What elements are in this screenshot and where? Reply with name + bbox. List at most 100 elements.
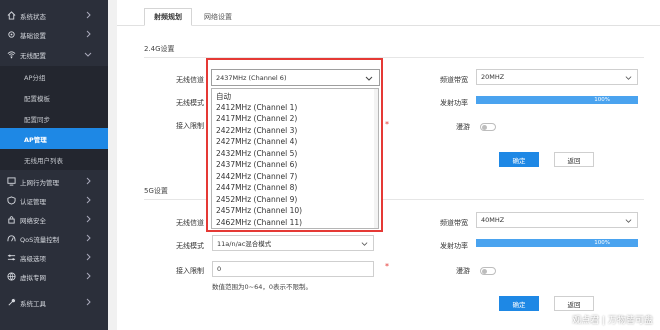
tab-network-settings[interactable]: 网络设置 xyxy=(195,8,241,26)
scrollbar[interactable] xyxy=(374,89,378,228)
bandwidth-select-24g[interactable]: 20MHZ xyxy=(476,69,638,85)
sliders-icon xyxy=(7,253,16,262)
gear-icon xyxy=(7,30,16,39)
sidebar-item-qos[interactable]: QoS流量控制 xyxy=(0,229,108,248)
chevron-right-icon xyxy=(84,253,92,261)
channel-option[interactable]: 2442MHz (Channel 7) xyxy=(216,172,297,181)
chevron-right-icon xyxy=(84,272,92,280)
label-limit-5g: 接入限制 xyxy=(176,267,204,275)
sidebar-subitem-config-template[interactable]: 配置模板 xyxy=(0,87,108,108)
roaming-toggle-24g[interactable] xyxy=(480,123,496,131)
sidebar-item-internet-behavior[interactable]: 上网行为管理 xyxy=(0,172,108,191)
channel-value: 2437MHz (Channel 6) xyxy=(216,73,287,82)
bandwidth-select-5g[interactable]: 40MHZ xyxy=(476,212,638,228)
limit-value: 0 xyxy=(217,265,222,273)
chevron-right-icon xyxy=(84,11,92,19)
sidebar: 系统状态 基础设置 无线配置 AP分组 配置模板 配置同步 AP管理 无线用户列… xyxy=(0,0,108,330)
chevron-right-icon xyxy=(84,215,92,223)
section-title-24g: 2.4G设置 xyxy=(144,45,175,53)
channel-option[interactable]: 2457MHz (Channel 10) xyxy=(216,206,302,215)
bandwidth-value: 40MHZ xyxy=(481,216,505,224)
chevron-right-icon xyxy=(84,30,92,38)
section-title-5g: 5G设置 xyxy=(144,187,168,195)
label-limit-24g: 接入限制 xyxy=(176,122,204,130)
wifi-icon xyxy=(7,50,16,59)
sidebar-subitem-ap-management[interactable]: AP管理 xyxy=(0,128,108,149)
label-roaming-5g: 漫游 xyxy=(456,267,470,275)
sidebar-item-label: 无线配置 xyxy=(20,51,46,60)
home-icon xyxy=(7,11,16,20)
speed-icon xyxy=(7,234,16,243)
sidebar-item-label: 系统状态 xyxy=(20,12,46,21)
sidebar-subitem-label: 配置同步 xyxy=(24,115,50,124)
sidebar-subitem-label: 配置模板 xyxy=(24,94,50,103)
chevron-down-icon xyxy=(84,50,92,58)
tab-rf-planning[interactable]: 射频规划 xyxy=(144,8,192,26)
sidebar-item-label: 高级选项 xyxy=(20,254,46,263)
power-fill xyxy=(476,239,638,247)
channel-select-24g[interactable]: 2437MHz (Channel 6) xyxy=(211,69,380,86)
power-fill xyxy=(476,96,638,104)
mode-value: 11a/n/ac混合模式 xyxy=(217,240,272,248)
sidebar-item-auth[interactable]: 认证管理 xyxy=(0,191,108,210)
chevron-right-icon xyxy=(84,234,92,242)
label-roaming-24g: 漫游 xyxy=(456,123,470,131)
sidebar-item-vpn[interactable]: 虚拟专网 xyxy=(0,267,108,286)
shield-icon xyxy=(7,196,16,205)
chevron-down-icon xyxy=(361,240,368,247)
channel-option[interactable]: 2452MHz (Channel 9) xyxy=(216,195,297,204)
confirm-button-5g[interactable]: 确定 xyxy=(499,296,539,311)
label-power-5g: 发射功率 xyxy=(440,242,468,250)
sidebar-item-wireless-config[interactable]: 无线配置 xyxy=(0,45,108,64)
tools-icon xyxy=(7,298,16,307)
channel-option[interactable]: 2417MHz (Channel 2) xyxy=(216,114,297,123)
sidebar-item-advanced[interactable]: 高级选项 xyxy=(0,248,108,267)
channel-option[interactable]: 2462MHz (Channel 11) xyxy=(216,218,302,227)
power-percent: 100% xyxy=(594,97,610,103)
limit-input-5g[interactable]: 0 xyxy=(212,261,374,277)
mode-select-5g[interactable]: 11a/n/ac混合模式 xyxy=(212,235,374,251)
bandwidth-value: 20MHZ xyxy=(481,73,505,81)
channel-option[interactable]: 2427MHz (Channel 4) xyxy=(216,137,297,146)
sidebar-subitem-config-sync[interactable]: 配置同步 xyxy=(0,108,108,129)
chevron-right-icon xyxy=(84,196,92,204)
toggle-knob xyxy=(482,268,487,274)
power-percent: 100% xyxy=(594,240,610,246)
channel-option[interactable]: 2447MHz (Channel 8) xyxy=(216,183,297,192)
channel-option[interactable]: 2422MHz (Channel 3) xyxy=(216,126,297,135)
sidebar-item-basic-settings[interactable]: 基础设置 xyxy=(0,25,108,44)
sidebar-item-label: 系统工具 xyxy=(20,299,46,308)
label-bandwidth-24g: 频道带宽 xyxy=(440,76,468,84)
label-mode-5g: 无线模式 xyxy=(176,242,204,250)
tab-bar: 射频规划 网络设置 xyxy=(117,0,660,26)
sidebar-subitem-ap-group[interactable]: AP分组 xyxy=(0,66,108,87)
confirm-button-24g[interactable]: 确定 xyxy=(499,152,539,167)
roaming-toggle-5g[interactable] xyxy=(480,267,496,275)
sidebar-item-system-tools[interactable]: 系统工具 xyxy=(0,293,108,312)
channel-option[interactable]: 自动 xyxy=(216,91,231,102)
channel-option[interactable]: 2437MHz (Channel 6) xyxy=(216,160,297,169)
chevron-down-icon xyxy=(365,74,373,82)
globe-icon xyxy=(7,272,16,281)
sidebar-item-system-status[interactable]: 系统状态 xyxy=(0,6,108,25)
sidebar-item-label: 认证管理 xyxy=(20,197,46,206)
sidebar-subitem-label: AP分组 xyxy=(24,73,46,82)
sidebar-item-network-security[interactable]: 网络安全 xyxy=(0,210,108,229)
back-button-5g[interactable]: 返回 xyxy=(554,296,594,311)
sidebar-item-label: 基础设置 xyxy=(20,31,46,40)
sidebar-subitem-wireless-users[interactable]: 无线用户列表 xyxy=(0,149,108,170)
chevron-down-icon xyxy=(625,217,632,224)
back-button-24g[interactable]: 返回 xyxy=(554,152,594,167)
sidebar-item-label: 网络安全 xyxy=(20,216,46,225)
channel-option[interactable]: 2412MHz (Channel 1) xyxy=(216,103,297,112)
watermark-text: 观点君 | 万物皆可盘 xyxy=(572,316,653,326)
network-icon xyxy=(7,177,16,186)
chevron-down-icon xyxy=(625,74,632,81)
label-channel-5g: 无线信道 xyxy=(176,219,204,227)
required-asterisk: * xyxy=(385,262,389,271)
limit-hint: 数值范围为0~64，0表示不限制。 xyxy=(212,283,312,291)
toggle-knob xyxy=(482,124,487,130)
channel-option[interactable]: 2432MHz (Channel 5) xyxy=(216,149,297,158)
power-slider-24g[interactable]: 100% xyxy=(476,96,638,104)
power-slider-5g[interactable]: 100% xyxy=(476,239,638,247)
